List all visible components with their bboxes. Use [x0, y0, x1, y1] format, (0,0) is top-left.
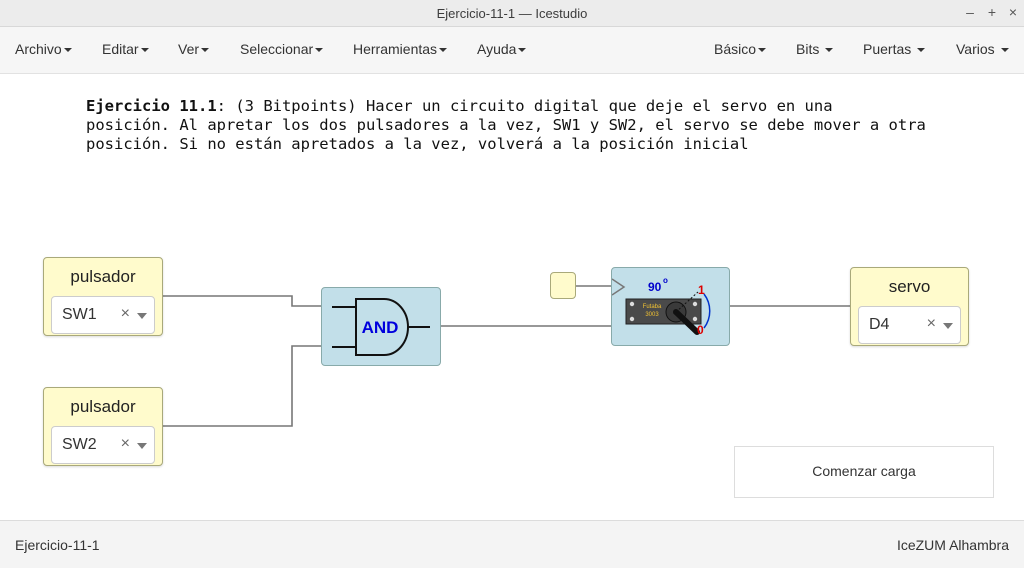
servo-state-high: 1 [698, 283, 705, 297]
and-gate-label: AND [362, 318, 399, 337]
servo-state-low: 0 [697, 323, 704, 337]
pin-select-value: D4 [869, 316, 890, 333]
output-block-label: servo [888, 277, 931, 296]
input-block-sw2[interactable]: pulsador SW2 × [43, 387, 163, 466]
start-upload-label: Comenzar carga [812, 463, 916, 479]
servo-degree: o [663, 276, 668, 285]
pin-select-value: SW1 [62, 306, 97, 323]
constant-block[interactable] [550, 272, 576, 299]
clear-icon[interactable]: × [927, 315, 936, 333]
input-block-label: pulsador [70, 267, 136, 286]
statusbar: Ejercicio-11-1 IceZUM Alhambra [0, 520, 1024, 568]
chevron-down-icon[interactable] [137, 313, 147, 319]
servo-angle: 90 [648, 280, 662, 294]
pin-select-sw1[interactable]: SW1 × [51, 296, 155, 334]
servo-model: 3003 [645, 312, 659, 318]
input-block-sw1[interactable]: pulsador SW1 × [43, 257, 163, 336]
and-gate-block[interactable]: AND [321, 287, 441, 366]
input-block-label: pulsador [70, 397, 136, 416]
board-selector[interactable]: IceZUM Alhambra [897, 537, 1009, 553]
project-name: Ejercicio-11-1 [15, 537, 100, 553]
output-block-servo[interactable]: servo D4 × [850, 267, 969, 346]
and-gate-icon: AND [332, 298, 430, 356]
start-upload-button[interactable]: Comenzar carga [734, 446, 994, 498]
chevron-down-icon[interactable] [943, 323, 953, 329]
wire-sw1-to-and[interactable] [161, 295, 322, 307]
pin-select-value: SW2 [62, 436, 97, 453]
servo-block[interactable]: 90 o Futaba 3003 1 0 [611, 267, 730, 346]
servo-icon: 90 o Futaba 3003 1 0 [611, 276, 711, 337]
servo-brand: Futaba [643, 304, 662, 310]
clear-icon[interactable]: × [121, 435, 130, 453]
pin-select-sw2[interactable]: SW2 × [51, 426, 155, 464]
wire-sw2-to-and[interactable] [161, 345, 322, 427]
clear-icon[interactable]: × [121, 305, 130, 323]
chevron-down-icon[interactable] [137, 443, 147, 449]
pin-select-d4[interactable]: D4 × [858, 306, 961, 344]
